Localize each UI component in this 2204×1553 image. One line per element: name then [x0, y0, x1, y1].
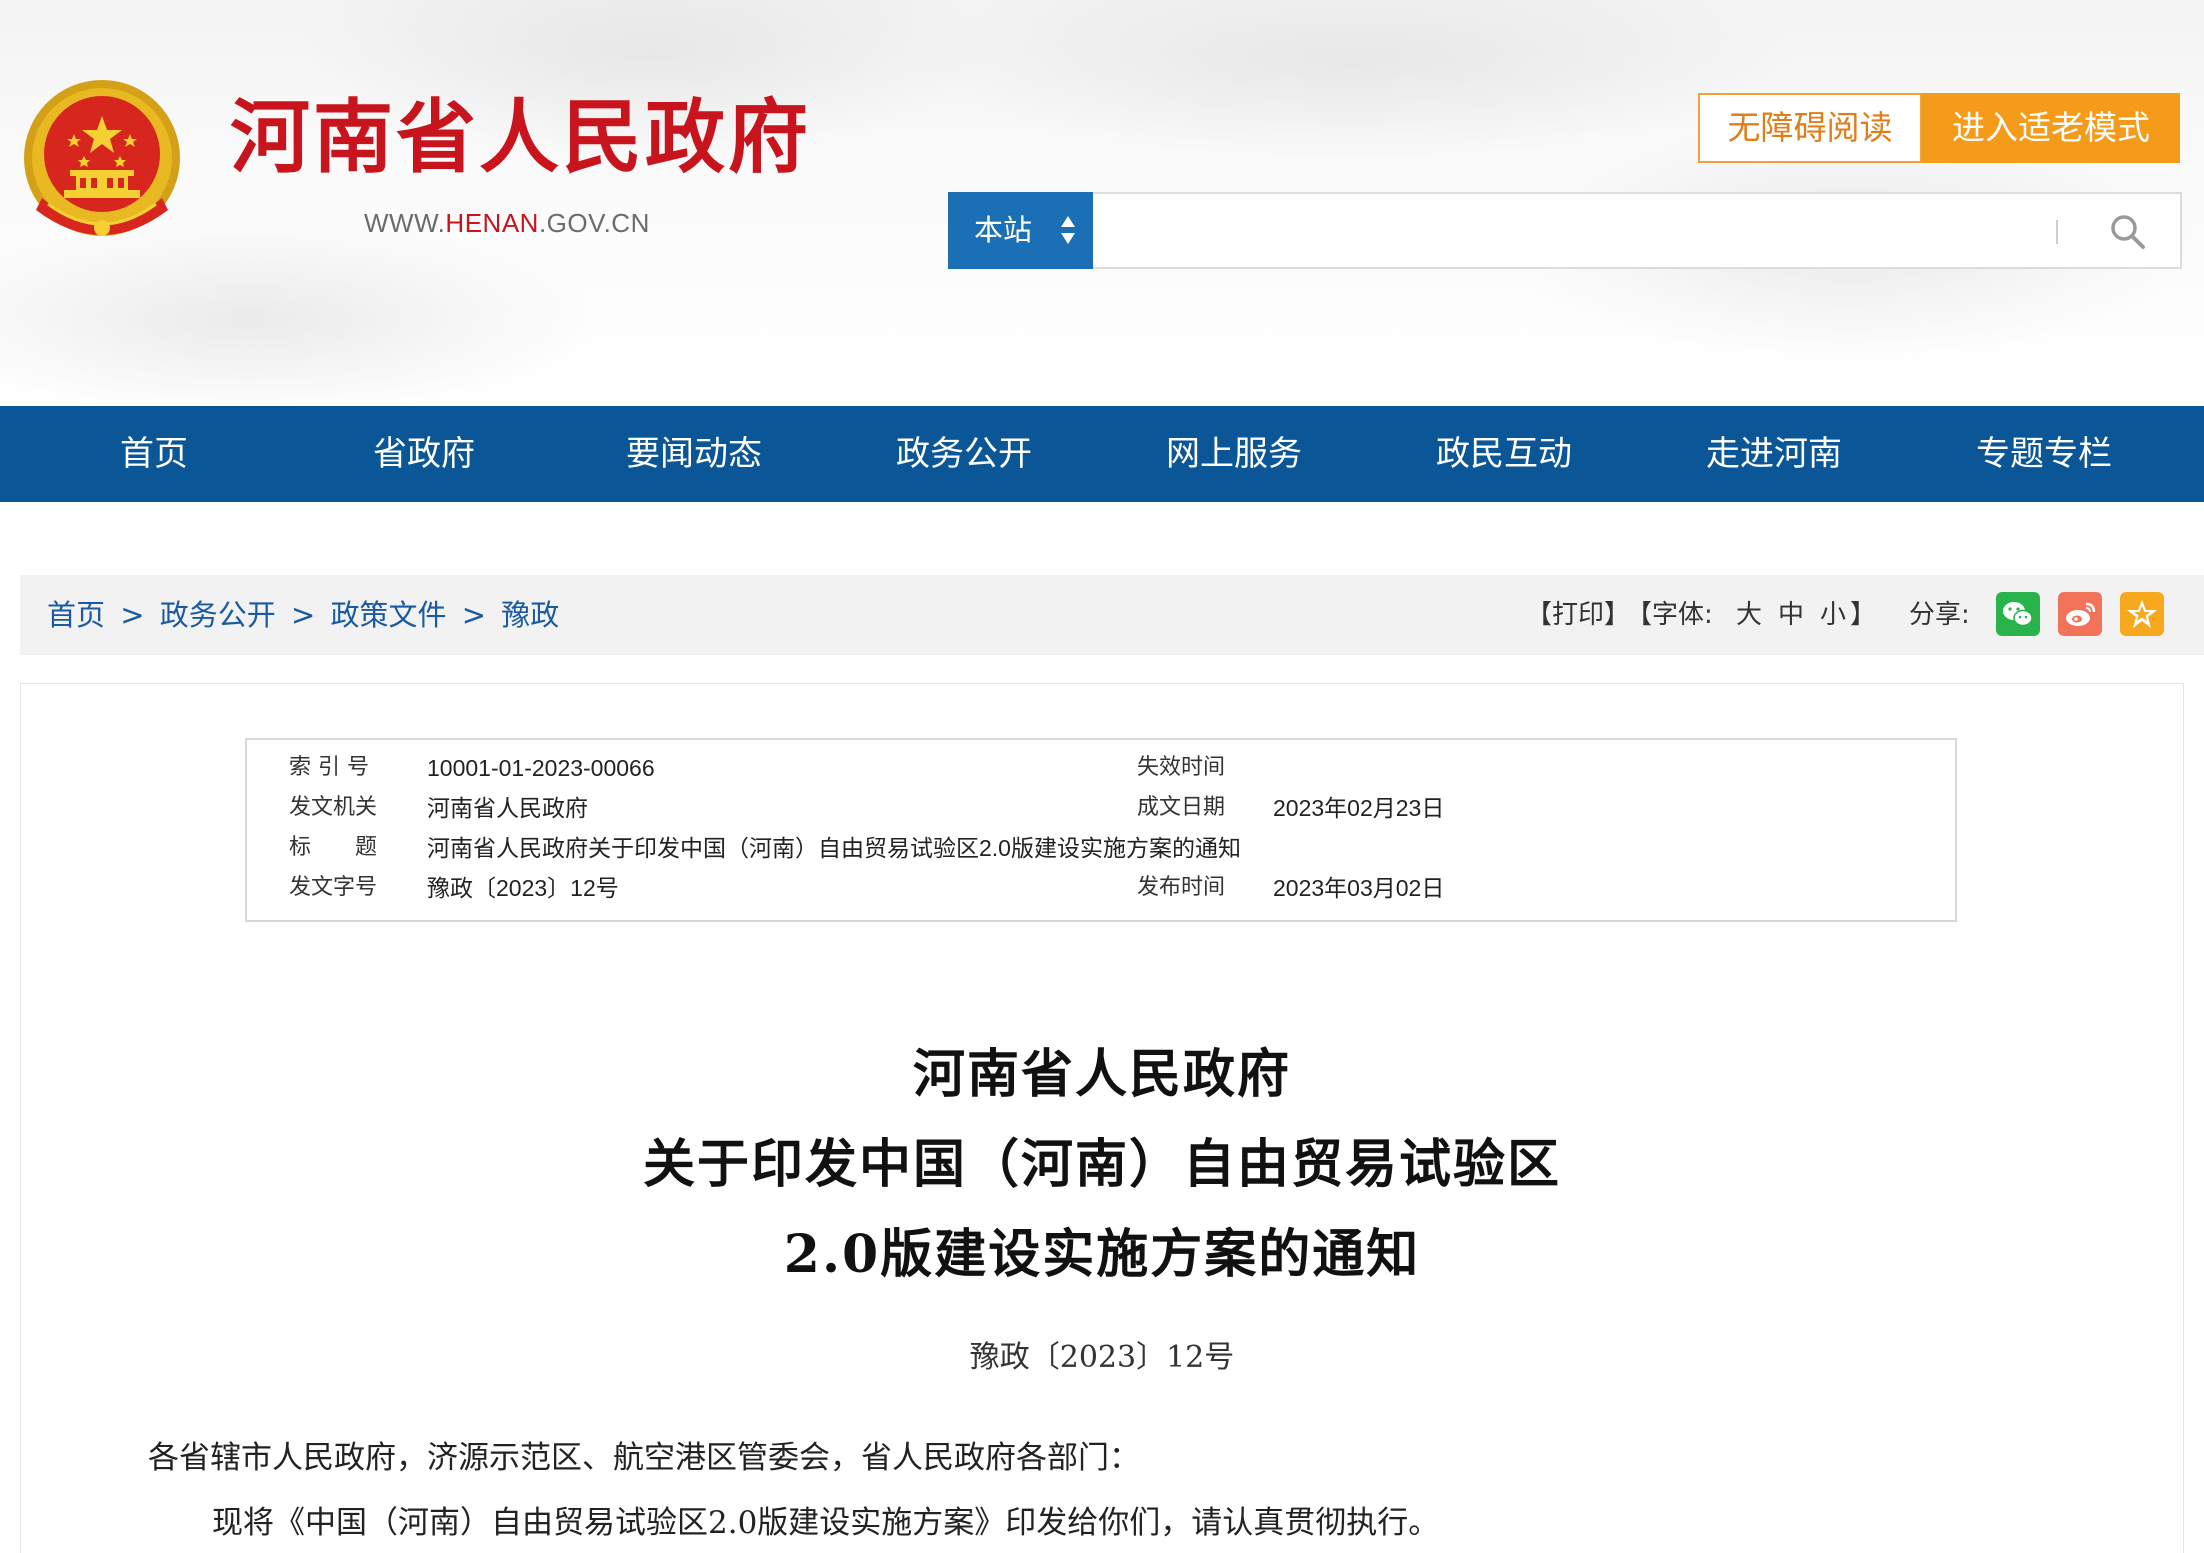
search-scope-select[interactable]: 本站 — [948, 192, 1093, 269]
body-paragraph: 现将《中国（河南）自由贸易试验区2.0版建设实施方案》印发给你们，请认真贯彻执行… — [212, 1505, 1440, 1541]
breadcrumb-home[interactable]: 首页 — [47, 598, 105, 632]
document-title-line-3: 2.0版建设实施方案的通知 — [783, 1224, 1421, 1285]
nav-item-provincial-government[interactable]: 省政府 — [324, 406, 524, 502]
issuer-label: 发文机关 — [289, 795, 378, 820]
breadcrumb: 首页 > 政务公开 > 政策文件 > 豫政 — [47, 575, 559, 655]
search-input[interactable] — [1100, 202, 2000, 260]
index-number-value: 10001-01-2023-00066 — [427, 755, 655, 781]
metadata-row: 发文机关 河南省人民政府 成文日期 2023年02月23日 — [247, 788, 1955, 828]
issuer-value: 河南省人民政府 — [427, 795, 588, 821]
sort-arrows-icon — [1061, 216, 1075, 244]
nav-item-online-services[interactable]: 网上服务 — [1134, 406, 1334, 502]
elder-mode-button[interactable]: 进入适老模式 — [1922, 93, 2180, 163]
site-header: 河南省人民政府 WWW.HENAN.GOV.CN 无障碍阅读 进入适老模式 本站 — [0, 0, 2204, 405]
search-scope-label: 本站 — [974, 213, 1033, 247]
document-title-line-2: 关于印发中国（河南）自由贸易试验区 — [642, 1134, 1561, 1195]
site-url: WWW.HENAN.GOV.CN — [364, 208, 650, 239]
document-number-value: 豫政〔2023〕12号 — [427, 875, 619, 901]
published-time-value: 2023年03月02日 — [1273, 875, 1445, 901]
nav-item-news[interactable]: 要闻动态 — [594, 406, 794, 502]
document-number: 豫政〔2023〕12号 — [969, 1340, 1235, 1375]
font-size-medium[interactable]: 中 — [1778, 575, 1804, 655]
font-size-small[interactable]: 小 — [1820, 575, 1846, 655]
share-label: 分享: — [1909, 600, 1970, 630]
published-time-label: 发布时间 — [1137, 875, 1226, 900]
search-bar: 本站 — [948, 192, 2182, 269]
font-size-prefix: 【字体: — [1626, 600, 1713, 630]
font-size-large[interactable]: 大 — [1736, 575, 1762, 655]
breadcrumb-government-affairs[interactable]: 政务公开 — [160, 598, 276, 632]
print-button[interactable]: 【打印】 — [1526, 575, 1630, 655]
article-tools: 【打印】 【字体: 大 中 小 】 分享: — [1504, 575, 2204, 655]
site-url-suffix: .GOV.CN — [538, 208, 650, 238]
font-size-suffix: 】 — [1850, 600, 1877, 630]
header-cloud-decoration — [900, 0, 1800, 160]
document-number-label: 发文字号 — [289, 875, 378, 900]
created-date-value: 2023年02月23日 — [1273, 795, 1445, 821]
expire-time-label: 失效时间 — [1137, 755, 1226, 780]
salutation-paragraph: 各省辖市人民政府，济源示范区、航空港区管委会，省人民政府各部门： — [148, 1440, 1140, 1476]
index-number-label: 索 引 号 — [289, 755, 369, 780]
document-title-line-1: 河南省人民政府 — [912, 1044, 1291, 1105]
nav-item-special-topics[interactable]: 专题专栏 — [1944, 406, 2144, 502]
favorite-star-icon[interactable] — [2120, 592, 2164, 636]
site-name: 河南省人民政府 — [230, 91, 811, 184]
metadata-row: 发文字号 豫政〔2023〕12号 发布时间 2023年03月02日 — [247, 868, 1955, 908]
title-label: 标 题 — [289, 835, 378, 860]
nav-item-about-henan[interactable]: 走进河南 — [1674, 406, 1874, 502]
created-date-label: 成文日期 — [1137, 795, 1226, 820]
nav-item-home[interactable]: 首页 — [54, 406, 254, 502]
nav-item-interaction[interactable]: 政民互动 — [1404, 406, 1604, 502]
breadcrumb-separator: > — [291, 598, 316, 632]
national-emblem-logo[interactable] — [18, 78, 186, 250]
title-value: 河南省人民政府关于印发中国（河南）自由贸易试验区2.0版建设实施方案的通知 — [427, 835, 1241, 861]
nav-item-government-affairs[interactable]: 政务公开 — [864, 406, 1064, 502]
weibo-share-icon[interactable] — [2058, 592, 2102, 636]
site-url-domain: HENAN — [445, 208, 539, 238]
breadcrumb-separator: > — [120, 598, 145, 632]
breadcrumb-separator: > — [461, 598, 487, 632]
metadata-row: 索 引 号 10001-01-2023-00066 失效时间 — [247, 748, 1955, 788]
search-icon[interactable] — [2108, 212, 2148, 252]
breadcrumb-yuzheng[interactable]: 豫政 — [501, 598, 559, 632]
search-divider — [2056, 220, 2058, 244]
metadata-row: 标 题 河南省人民政府关于印发中国（河南）自由贸易试验区2.0版建设实施方案的通… — [247, 828, 1955, 868]
site-url-prefix: WWW. — [364, 208, 446, 238]
wechat-share-icon[interactable] — [1996, 592, 2040, 636]
main-nav: 首页 省政府 要闻动态 政务公开 网上服务 政民互动 走进河南 专题专栏 — [0, 406, 2204, 502]
breadcrumb-bar: 首页 > 政务公开 > 政策文件 > 豫政 【打印】 【字体: 大 中 小 】 … — [20, 575, 2204, 655]
breadcrumb-policy-documents[interactable]: 政策文件 — [331, 598, 447, 632]
document-metadata-table: 索 引 号 10001-01-2023-00066 失效时间 发文机关 河南省人… — [245, 738, 1957, 922]
accessibility-reading-button[interactable]: 无障碍阅读 — [1698, 93, 1922, 163]
